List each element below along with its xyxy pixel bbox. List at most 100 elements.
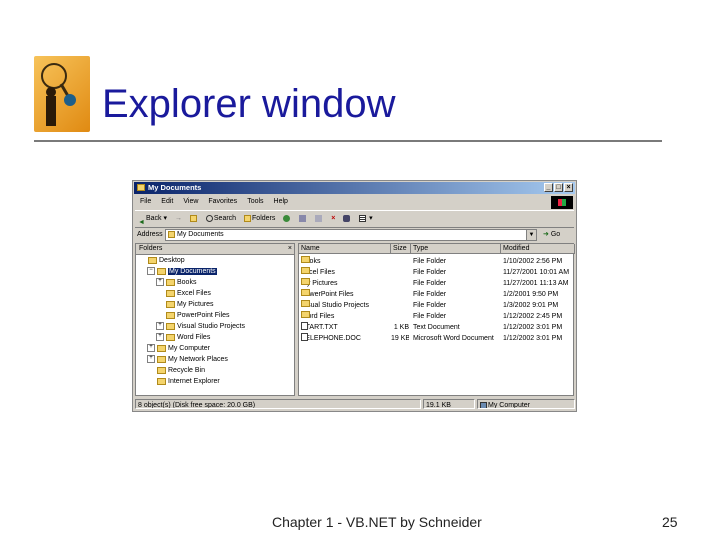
file-name: START.TXT: [301, 322, 389, 333]
go-button[interactable]: ➜ Go: [543, 228, 560, 241]
folders-pane-header: Folders ×: [136, 244, 294, 255]
menu-bar: File Edit View Favorites Tools Help: [135, 196, 574, 207]
undo-button[interactable]: [343, 211, 351, 227]
collapse-icon[interactable]: −: [147, 267, 155, 276]
status-location: My Computer: [477, 399, 575, 409]
back-button[interactable]: ◄Back ▾: [138, 211, 167, 227]
window-titlebar[interactable]: My Documents _ □ ×: [134, 182, 575, 194]
folder-icon: [301, 311, 310, 318]
close-button[interactable]: ×: [564, 183, 573, 192]
file-row[interactable]: START.TXT 1 KB Text Document 1/12/2002 3:01…: [299, 322, 573, 333]
windows-logo-icon: [551, 196, 573, 209]
tree-item[interactable]: Recycle Bin: [136, 365, 294, 376]
folder-icon: [301, 256, 310, 263]
menu-view[interactable]: View: [183, 198, 198, 205]
column-header-type[interactable]: Type: [411, 244, 501, 254]
file-type: Microsoft Word Document: [413, 335, 494, 342]
undo-icon: [343, 214, 351, 222]
forward-button[interactable]: →: [175, 211, 182, 227]
file-name: Excel Files: [301, 267, 389, 278]
menu-tools[interactable]: Tools: [247, 198, 263, 205]
search-button[interactable]: Search: [205, 211, 236, 227]
tree-item[interactable]: − My Documents: [136, 266, 294, 277]
slide-footer: Chapter 1 - VB.NET by Schneider: [272, 514, 482, 530]
expand-icon[interactable]: +: [156, 322, 164, 331]
folder-icon: [301, 267, 310, 274]
window-title: My Documents: [148, 183, 202, 192]
folder-icon: [166, 322, 175, 330]
move-to-button[interactable]: [299, 211, 307, 227]
tree-item-label: Excel Files: [177, 290, 211, 297]
file-type: File Folder: [413, 302, 447, 309]
file-name: Books: [301, 256, 389, 267]
tree-item[interactable]: PowerPoint Files: [136, 310, 294, 321]
file-list: Name Size Type Modified Books File Folder…: [298, 243, 575, 396]
menu-help[interactable]: Help: [274, 198, 288, 205]
tree-item-label: Internet Explorer: [168, 378, 220, 385]
folder-icon: [157, 267, 166, 275]
tree-item-label: My Pictures: [177, 301, 214, 308]
folder-icon: [157, 366, 166, 374]
history-button[interactable]: [283, 211, 291, 227]
file-type: File Folder: [413, 313, 447, 320]
folder-icon: [148, 256, 157, 264]
file-modified: 11/27/2001 10:01 AM: [503, 269, 570, 276]
back-arrow-icon: ◄: [138, 218, 145, 226]
expand-icon[interactable]: +: [147, 355, 155, 364]
menu-favorites[interactable]: Favorites: [208, 198, 237, 205]
file-name: Word Files: [301, 311, 389, 322]
tree-item-label: My Computer: [168, 345, 211, 352]
views-button[interactable]: ▾: [359, 211, 373, 227]
tree-item[interactable]: + Books: [136, 277, 294, 288]
delete-button[interactable]: ×: [331, 211, 335, 227]
folders-pane-close-button[interactable]: ×: [288, 244, 292, 254]
tree-item-label: PowerPoint Files: [177, 312, 230, 319]
column-header-size[interactable]: Size: [391, 244, 411, 254]
slide-logo-icon: [34, 56, 90, 132]
file-row[interactable]: PowerPoint Files File Folder 1/2/2001 9:50…: [299, 289, 573, 300]
file-row[interactable]: Books File Folder 1/10/2002 2:56 PM: [299, 256, 573, 267]
tree-item[interactable]: + My Computer: [136, 343, 294, 354]
minimize-button[interactable]: _: [544, 183, 553, 192]
page-number: 25: [662, 514, 678, 530]
folder-icon: [166, 300, 175, 308]
tree-item[interactable]: + My Network Places: [136, 354, 294, 365]
file-row[interactable]: TELEPHONE.DOC 19 KB Microsoft Word Documen…: [299, 333, 573, 344]
column-header-modified[interactable]: Modified: [501, 244, 575, 254]
file-row[interactable]: Word Files File Folder 1/12/2002 2:45 PM: [299, 311, 573, 322]
file-row[interactable]: My Pictures File Folder 11/27/2001 11:13 A…: [299, 278, 573, 289]
tree-item[interactable]: + Visual Studio Projects: [136, 321, 294, 332]
explorer-window: My Documents _ □ × File Edit View Favorites To…: [132, 180, 577, 412]
file-name: PowerPoint Files: [301, 289, 389, 300]
tree-item[interactable]: Desktop: [136, 255, 294, 266]
file-size: 1 KB: [393, 324, 409, 331]
menu-edit[interactable]: Edit: [161, 198, 173, 205]
expand-icon[interactable]: +: [147, 344, 155, 353]
address-label: Address: [137, 231, 163, 238]
copy-to-icon: [315, 214, 323, 222]
tree-item[interactable]: My Pictures: [136, 299, 294, 310]
tree-item-label: Recycle Bin: [168, 367, 205, 374]
tree-item[interactable]: Internet Explorer: [136, 376, 294, 387]
tree-item-label: My Network Places: [168, 356, 228, 363]
file-row[interactable]: Excel Files File Folder 11/27/2001 10:01 A…: [299, 267, 573, 278]
file-name: Visual Studio Projects: [301, 300, 389, 311]
file-row[interactable]: Visual Studio Projects File Folder 1/3/200…: [299, 300, 573, 311]
tree-item[interactable]: + Word Files: [136, 332, 294, 343]
expand-icon[interactable]: +: [156, 333, 164, 342]
file-name: TELEPHONE.DOC: [301, 333, 389, 344]
expand-icon[interactable]: +: [156, 278, 164, 287]
copy-to-button[interactable]: [315, 211, 323, 227]
folders-button[interactable]: Folders: [244, 211, 275, 227]
address-dropdown-button[interactable]: ▼: [526, 230, 536, 240]
up-button[interactable]: [189, 211, 198, 227]
file-modified: 1/2/2001 9:50 PM: [503, 291, 559, 298]
file-type: Text Document: [413, 324, 460, 331]
address-input[interactable]: My Documents ▼: [165, 229, 537, 241]
maximize-button[interactable]: □: [554, 183, 563, 192]
file-modified: 1/12/2002 3:01 PM: [503, 324, 563, 331]
column-header-name[interactable]: Name: [299, 244, 391, 254]
file-modified: 1/3/2002 9:01 PM: [503, 302, 559, 309]
menu-file[interactable]: File: [140, 198, 151, 205]
tree-item[interactable]: Excel Files: [136, 288, 294, 299]
